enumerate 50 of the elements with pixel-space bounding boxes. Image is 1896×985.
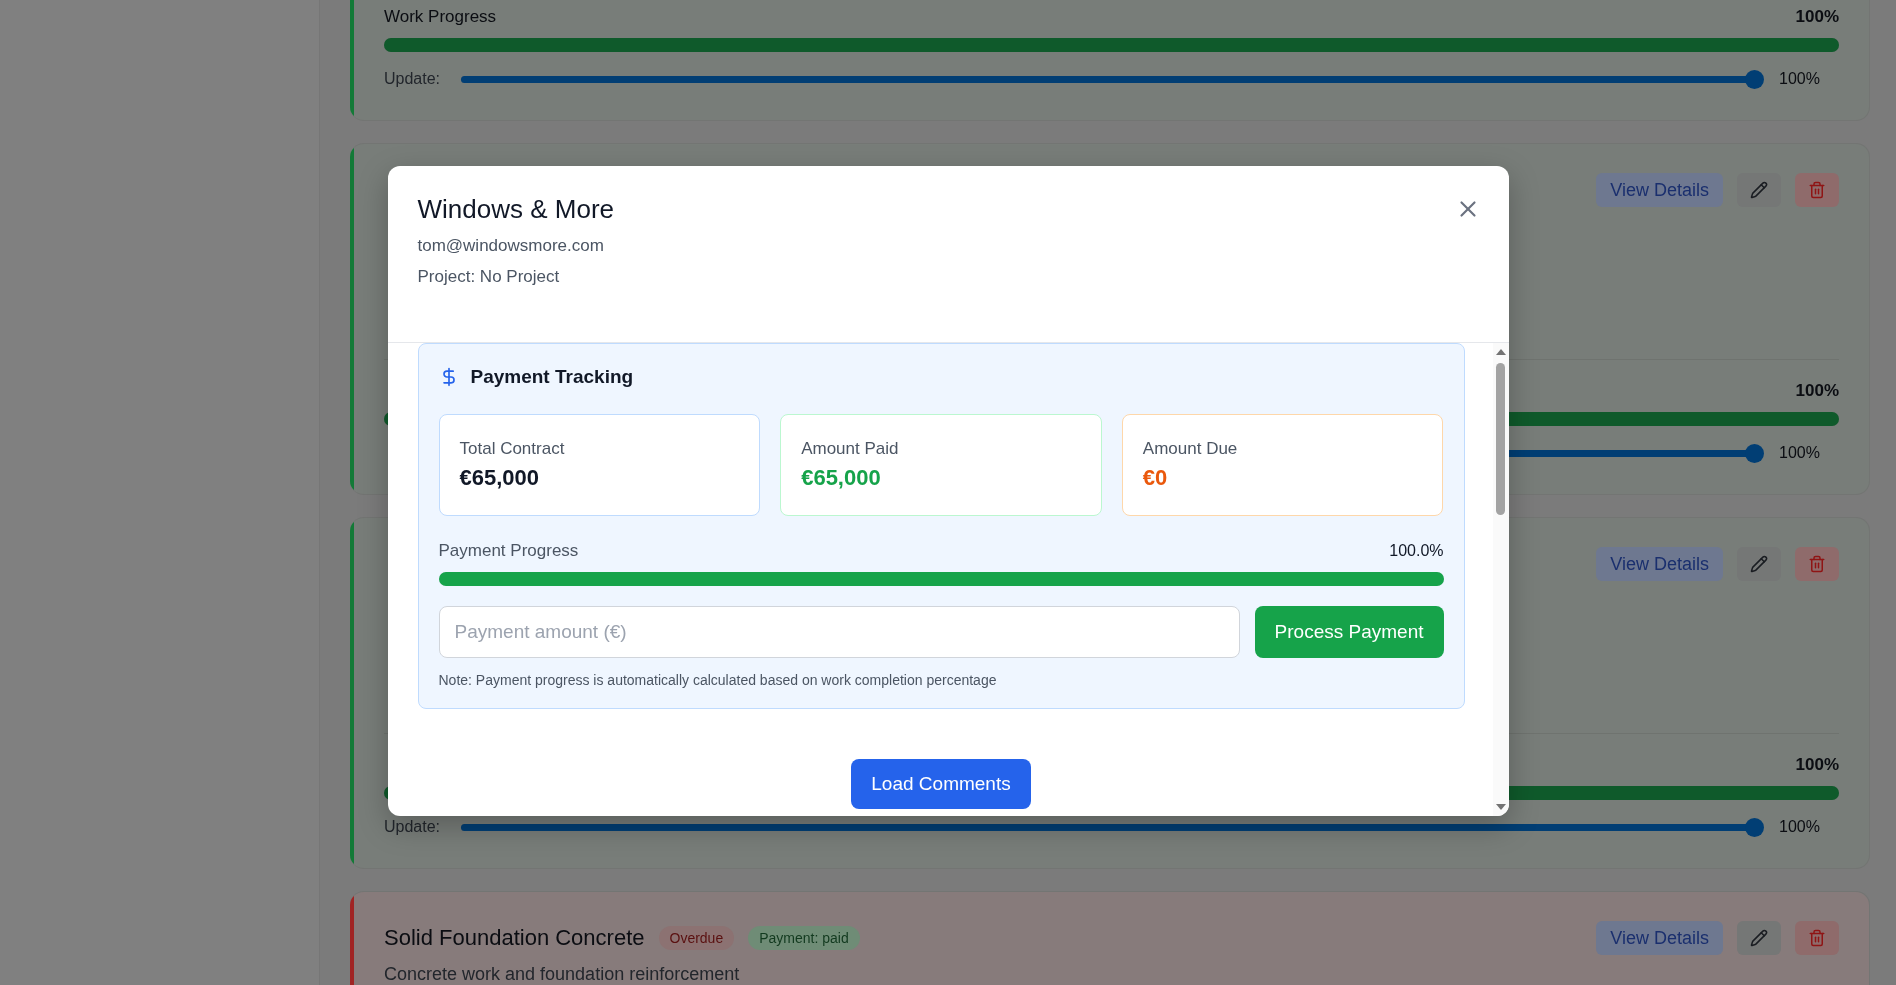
progress-value: 100% — [1795, 7, 1839, 27]
payment-progress-value: 100.0% — [1389, 542, 1444, 560]
progress-label: Work Progress — [384, 7, 497, 27]
process-payment-button[interactable]: Process Payment — [1254, 606, 1444, 658]
delete-button[interactable] — [1795, 547, 1839, 581]
trash-icon — [1808, 929, 1826, 947]
task-title: Solid Foundation Concrete — [384, 925, 645, 951]
edit-button[interactable] — [1737, 547, 1781, 581]
scrollbar-thumb[interactable] — [1496, 363, 1505, 515]
slider-value: 100% — [1779, 444, 1821, 462]
edit-button[interactable] — [1737, 173, 1781, 207]
stat-label: Amount Paid — [801, 439, 900, 459]
stat-value: €65,000 — [459, 465, 540, 491]
pencil-icon — [1750, 555, 1768, 573]
stat-value: €65,000 — [801, 465, 881, 491]
trash-icon — [1808, 181, 1826, 199]
view-details-button[interactable]: View Details — [1596, 921, 1723, 955]
scrollbar[interactable] — [1492, 343, 1509, 816]
payment-heading: Payment Tracking — [470, 366, 634, 388]
delete-button[interactable] — [1795, 921, 1839, 955]
project-label: Project: No Project — [417, 267, 560, 287]
progress-slider[interactable] — [461, 69, 1765, 89]
slider-value: 100% — [1779, 818, 1821, 836]
view-details-button[interactable]: View Details — [1596, 547, 1723, 581]
scroll-down-icon[interactable] — [1494, 802, 1507, 812]
pencil-icon — [1750, 929, 1768, 947]
payment-amount-field[interactable]: Payment amount (€) — [438, 606, 1240, 658]
payment-note: Note: Payment progress is automatically calculated based on work completion percentage — [438, 672, 998, 688]
update-label: Update: — [384, 818, 442, 836]
update-label: Update: — [384, 70, 442, 88]
payment-progress-label: Payment Progress — [438, 541, 579, 561]
view-details-button[interactable]: View Details — [1596, 173, 1723, 207]
status-tag: Payment: paid — [748, 926, 860, 950]
progress-slider[interactable] — [461, 817, 1765, 837]
progress-value: 100% — [1795, 755, 1839, 775]
slider-value: 100% — [1779, 70, 1821, 88]
edit-button[interactable] — [1737, 921, 1781, 955]
dialog-title: Windows & More — [417, 194, 614, 225]
load-comments-button[interactable]: Load Comments — [851, 759, 1031, 809]
delete-button[interactable] — [1795, 173, 1839, 207]
status-tag: Overdue — [658, 926, 735, 950]
scroll-up-icon[interactable] — [1494, 347, 1507, 357]
progress-value: 100% — [1795, 381, 1839, 401]
pencil-icon — [1750, 181, 1768, 199]
stat-label: Total Contract — [459, 439, 566, 459]
stat-value: €0 — [1142, 465, 1168, 491]
task-description: Concrete work and foundation reinforcement — [384, 964, 741, 985]
stat-label: Amount Due — [1142, 439, 1239, 459]
contact-email: tom@windowsmore.com — [417, 236, 604, 256]
trash-icon — [1808, 555, 1826, 573]
